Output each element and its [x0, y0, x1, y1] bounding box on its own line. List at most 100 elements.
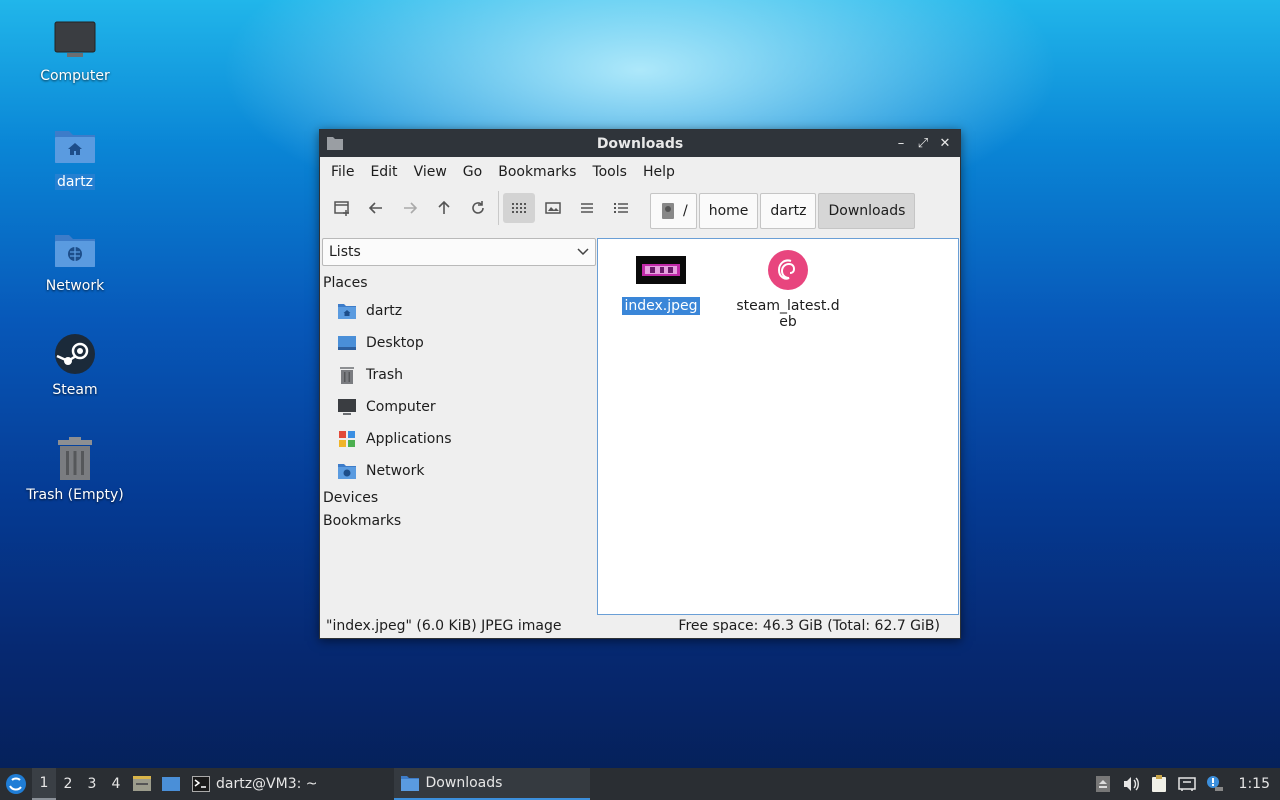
- folder-icon: [326, 135, 344, 155]
- desktop-icon-network[interactable]: Network: [20, 226, 130, 294]
- menu-bookmarks[interactable]: Bookmarks: [490, 164, 584, 180]
- workspace-2[interactable]: 2: [56, 768, 80, 800]
- list-icon: [581, 203, 593, 213]
- workspace-4[interactable]: 4: [104, 768, 128, 800]
- sidebar-item-applications[interactable]: Applications: [321, 423, 595, 455]
- section-devices[interactable]: Devices: [321, 487, 595, 510]
- computer-icon: [51, 16, 99, 64]
- sidebar-item-dartz[interactable]: dartz: [321, 295, 595, 327]
- desktop-icon-computer[interactable]: Computer: [20, 16, 130, 84]
- steam-icon: [51, 330, 99, 378]
- breadcrumb-root[interactable]: /: [650, 193, 697, 229]
- desktop-icon-trash[interactable]: Trash (Empty): [20, 435, 130, 503]
- file-manager-window: Downloads – ⤢ ✕ File Edit View Go Bookma…: [319, 129, 961, 639]
- arrow-right-icon: [404, 202, 418, 214]
- minimize-button[interactable]: –: [892, 134, 910, 152]
- sidebar-item-computer[interactable]: Computer: [321, 391, 595, 423]
- status-selection: "index.jpeg" (6.0 KiB) JPEG image: [326, 618, 562, 634]
- sidebar-mode-select[interactable]: Lists: [322, 238, 596, 266]
- menu-go[interactable]: Go: [455, 164, 490, 180]
- debian-package-icon: [767, 247, 809, 293]
- grid-icon: [512, 203, 526, 213]
- sidebar-item-label: Network: [366, 463, 425, 479]
- file-item[interactable]: steam_latest.deb: [728, 247, 848, 331]
- start-menu-button[interactable]: [0, 768, 32, 800]
- sidebar-item-label: Desktop: [366, 335, 424, 351]
- section-places[interactable]: Places: [321, 272, 595, 295]
- taskbar-app-label: dartz@VM3: ~: [216, 776, 318, 792]
- menu-help[interactable]: Help: [635, 164, 683, 180]
- menu-view[interactable]: View: [406, 164, 455, 180]
- volume-icon[interactable]: [1121, 774, 1141, 794]
- folder-icon: [400, 776, 419, 791]
- up-button[interactable]: [428, 193, 460, 223]
- close-button[interactable]: ✕: [936, 134, 954, 152]
- sidebar-item-label: Computer: [366, 399, 436, 415]
- terminal-icon: [192, 776, 210, 792]
- network-icon[interactable]: [1177, 774, 1197, 794]
- status-free-space: Free space: 46.3 GiB (Total: 62.7 GiB): [678, 618, 940, 634]
- window-title: Downloads: [596, 135, 684, 152]
- folder-icon: [162, 777, 180, 791]
- show-desktop-button[interactable]: [128, 768, 156, 800]
- clock[interactable]: 1:15: [1239, 776, 1270, 792]
- workspace-1[interactable]: 1: [32, 768, 56, 800]
- menu-bar: File Edit View Go Bookmarks Tools Help: [320, 157, 960, 187]
- compact-view-button[interactable]: [571, 193, 603, 223]
- maximize-button[interactable]: ⤢: [914, 134, 932, 152]
- new-tab-button[interactable]: [326, 193, 358, 223]
- home-folder-icon: [51, 122, 99, 170]
- sidebar-item-desktop[interactable]: Desktop: [321, 327, 595, 359]
- taskbar: 1 2 3 4 dartz@VM3: ~ Downloads 1:15: [0, 768, 1280, 800]
- image-thumbnail-icon: [636, 247, 686, 293]
- detailed-view-button[interactable]: [605, 193, 637, 223]
- applications-icon: [337, 429, 357, 449]
- notification-icon[interactable]: [1205, 774, 1225, 794]
- desktop-icon-label: Network: [45, 278, 105, 294]
- window-titlebar[interactable]: Downloads – ⤢ ✕: [320, 130, 960, 157]
- trash-icon: [337, 365, 357, 385]
- network-folder-icon: [337, 461, 357, 481]
- menu-tools[interactable]: Tools: [584, 164, 635, 180]
- quicklaunch-folder-button[interactable]: [156, 768, 186, 800]
- icon-view-button[interactable]: [503, 193, 535, 223]
- sidebar-item-trash[interactable]: Trash: [321, 359, 595, 391]
- taskbar-app-label: Downloads: [425, 775, 503, 791]
- breadcrumb-downloads[interactable]: Downloads: [818, 193, 916, 229]
- system-tray: 1:15: [1093, 768, 1280, 800]
- desktop-icon: [337, 333, 357, 353]
- file-view[interactable]: index.jpeg steam_latest.deb: [597, 238, 959, 615]
- drive-icon: [662, 203, 674, 219]
- breadcrumb-dartz[interactable]: dartz: [760, 193, 817, 229]
- toolbar-separator: [498, 191, 499, 225]
- desktop-icon-home-folder[interactable]: dartz: [20, 122, 130, 190]
- new-tab-icon: [334, 201, 349, 216]
- back-button[interactable]: [360, 193, 392, 223]
- workspace-3[interactable]: 3: [80, 768, 104, 800]
- status-bar: "index.jpeg" (6.0 KiB) JPEG image Free s…: [320, 614, 960, 638]
- menu-file[interactable]: File: [323, 164, 362, 180]
- home-folder-icon: [337, 301, 357, 321]
- eject-icon[interactable]: [1093, 774, 1113, 794]
- sidebar-item-network[interactable]: Network: [321, 455, 595, 487]
- desktop-icon-label: Trash (Empty): [26, 487, 124, 503]
- thumbnail-view-button[interactable]: [537, 193, 569, 223]
- sidebar-item-label: Trash: [366, 367, 403, 383]
- file-name: index.jpeg: [622, 297, 700, 315]
- breadcrumb-home[interactable]: home: [698, 193, 759, 229]
- image-icon: [545, 202, 561, 214]
- taskbar-app-downloads[interactable]: Downloads: [393, 768, 590, 800]
- lubuntu-logo-icon: [6, 774, 26, 794]
- menu-edit[interactable]: Edit: [362, 164, 405, 180]
- taskbar-app-terminal[interactable]: dartz@VM3: ~: [186, 768, 324, 800]
- forward-button[interactable]: [394, 193, 426, 223]
- desktop-icon-steam[interactable]: Steam: [20, 330, 130, 398]
- section-bookmarks[interactable]: Bookmarks: [321, 510, 595, 533]
- desktop-icon-label: Steam: [52, 382, 98, 398]
- chevron-down-icon: [577, 248, 589, 256]
- breadcrumb-root-label: /: [683, 203, 688, 219]
- trash-icon: [51, 435, 99, 483]
- reload-button[interactable]: [462, 193, 494, 223]
- clipboard-icon[interactable]: [1149, 774, 1169, 794]
- file-item[interactable]: index.jpeg: [601, 247, 721, 315]
